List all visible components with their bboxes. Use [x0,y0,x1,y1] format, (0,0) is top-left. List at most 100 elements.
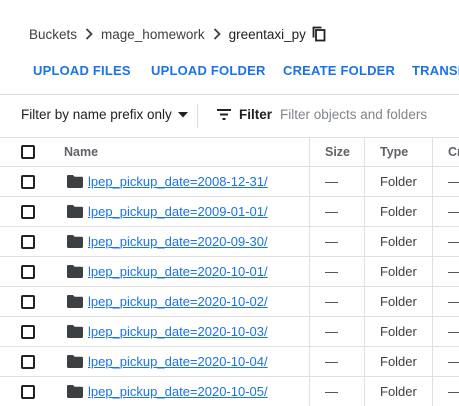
column-divider [309,138,310,166]
column-divider [432,167,433,196]
folder-icon [67,325,83,339]
filter-icon [217,109,231,120]
filter-objects-input[interactable] [280,107,459,122]
row-checkbox[interactable] [21,324,35,339]
objects-table: Name Size Type Cr lpep_pickup_date=2008-… [0,137,459,406]
created-cell: — [448,317,459,346]
type-cell: Folder [380,264,417,279]
type-cell: Folder [380,294,417,309]
upload-files-button[interactable]: UPLOAD FILES [33,60,131,82]
folder-name-link[interactable]: lpep_pickup_date=2020-10-04/ [88,354,268,369]
column-divider [309,167,310,196]
column-divider [309,197,310,226]
column-divider [364,317,365,346]
column-divider [364,347,365,376]
column-divider [364,167,365,196]
table-row[interactable]: lpep_pickup_date=2008-12-31/ — Folder — [0,166,459,196]
column-divider [364,197,365,226]
table-row[interactable]: lpep_pickup_date=2020-10-01/ — Folder — [0,256,459,286]
row-checkbox[interactable] [21,384,35,399]
column-divider [432,138,433,166]
transfer-button[interactable]: TRANSF [412,60,459,82]
folder-name-link[interactable]: lpep_pickup_date=2008-12-31/ [88,174,268,189]
row-checkbox[interactable] [21,204,35,219]
column-divider [364,287,365,316]
created-cell: — [448,287,459,316]
created-cell: — [448,167,459,196]
column-divider [309,377,310,406]
size-cell: — [325,294,338,309]
breadcrumb: Buckets mage_homework greentaxi_py [29,24,328,44]
column-divider [432,377,433,406]
row-checkbox[interactable] [21,234,35,249]
filter-prefix-dropdown[interactable]: Filter by name prefix only [21,107,188,122]
size-cell: — [325,174,338,189]
column-divider [309,227,310,256]
folder-icon [67,235,83,249]
row-checkbox[interactable] [21,354,35,369]
folder-name-link[interactable]: lpep_pickup_date=2020-10-02/ [88,294,268,309]
column-divider [309,257,310,286]
type-cell: Folder [380,174,417,189]
table-row[interactable]: lpep_pickup_date=2020-09-30/ — Folder — [0,226,459,256]
type-cell: Folder [380,324,417,339]
size-cell: — [325,324,338,339]
upload-folder-button[interactable]: UPLOAD FOLDER [151,60,266,82]
select-all-checkbox[interactable] [21,145,35,159]
column-divider [309,347,310,376]
row-checkbox[interactable] [21,294,35,309]
size-cell: — [325,384,338,399]
folder-icon [67,355,83,369]
created-cell: — [448,227,459,256]
folder-name-link[interactable]: lpep_pickup_date=2020-09-30/ [88,234,268,249]
column-header-name[interactable]: Name [64,138,98,166]
column-divider [432,287,433,316]
folder-name-link[interactable]: lpep_pickup_date=2009-01-01/ [88,204,268,219]
table-row[interactable]: lpep_pickup_date=2020-10-04/ — Folder — [0,346,459,376]
filter-button[interactable]: Filter [217,107,272,122]
type-cell: Folder [380,354,417,369]
created-cell: — [448,257,459,286]
table-row[interactable]: lpep_pickup_date=2009-01-01/ — Folder — [0,196,459,226]
created-cell: — [448,197,459,226]
size-cell: — [325,234,338,249]
table-row[interactable]: lpep_pickup_date=2020-10-05/ — Folder — [0,376,459,406]
column-divider [309,287,310,316]
column-divider [432,227,433,256]
filter-bar: Filter by name prefix only Filter [0,95,459,137]
table-row[interactable]: lpep_pickup_date=2020-10-03/ — Folder — [0,316,459,346]
created-cell: — [448,347,459,376]
breadcrumb-bucket-link[interactable]: mage_homework [101,27,205,42]
folder-name-link[interactable]: lpep_pickup_date=2020-10-03/ [88,324,268,339]
size-cell: — [325,354,338,369]
folder-name-link[interactable]: lpep_pickup_date=2020-10-05/ [88,384,268,399]
column-divider [432,347,433,376]
filter-button-label: Filter [239,107,273,122]
column-divider [309,317,310,346]
chevron-right-icon [205,24,229,44]
row-checkbox[interactable] [21,264,35,279]
size-cell: — [325,204,338,219]
folder-icon [67,385,83,399]
breadcrumb-current-folder: greentaxi_py [228,26,306,42]
folder-icon [67,295,83,309]
column-divider [364,257,365,286]
folder-icon [67,205,83,219]
breadcrumb-buckets-link[interactable]: Buckets [29,27,77,42]
column-divider [364,138,365,166]
type-cell: Folder [380,384,417,399]
folder-icon [67,175,83,189]
type-cell: Folder [380,234,417,249]
table-row[interactable]: lpep_pickup_date=2020-10-02/ — Folder — [0,286,459,316]
folder-icon [67,265,83,279]
created-cell: — [448,377,459,406]
column-header-size[interactable]: Size [325,138,350,166]
column-divider [364,227,365,256]
column-header-created[interactable]: Cr [448,138,459,166]
column-divider [432,257,433,286]
folder-name-link[interactable]: lpep_pickup_date=2020-10-01/ [88,264,268,279]
create-folder-button[interactable]: CREATE FOLDER [283,60,395,82]
column-header-type[interactable]: Type [380,138,408,166]
copy-icon[interactable] [312,25,328,43]
row-checkbox[interactable] [21,174,35,189]
